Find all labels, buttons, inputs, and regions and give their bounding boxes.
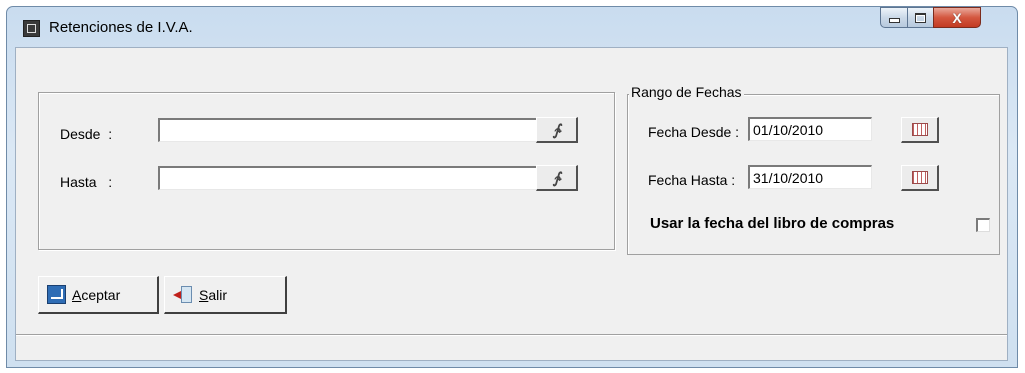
window: Retenciones de I.V.A. X Desde : ∱ Hasta … — [6, 6, 1018, 368]
date-range-title: Rango de Fechas — [629, 84, 744, 100]
maximize-button[interactable] — [907, 7, 934, 28]
desde-input[interactable] — [158, 118, 538, 142]
fecha-hasta-label: Fecha Hasta : — [648, 172, 736, 188]
hasta-input[interactable] — [158, 166, 538, 190]
maximize-icon — [915, 12, 926, 23]
aceptar-label: Aceptar — [72, 286, 121, 303]
minimize-icon — [888, 18, 900, 23]
fecha-desde-label: Fecha Desde : — [648, 124, 740, 140]
fecha-hasta-input[interactable]: 31/10/2010 — [748, 165, 872, 189]
salir-button[interactable]: Salir — [164, 276, 287, 314]
desde-lookup-button[interactable]: ∱ — [536, 117, 578, 143]
desde-label: Desde : — [60, 126, 113, 142]
fecha-desde-input[interactable]: 01/10/2010 — [748, 117, 872, 141]
usar-fecha-label: Usar la fecha del libro de compras — [650, 215, 895, 232]
usar-fecha-checkbox[interactable] — [976, 218, 990, 232]
close-button[interactable]: X — [933, 7, 981, 28]
status-bar — [16, 334, 1007, 361]
close-icon: X — [952, 9, 962, 26]
calendar-icon — [911, 123, 928, 136]
window-title: Retenciones de I.V.A. — [49, 19, 193, 36]
minimize-button[interactable] — [880, 7, 908, 28]
fecha-desde-calendar-button[interactable] — [901, 117, 939, 143]
fecha-hasta-calendar-button[interactable] — [901, 165, 939, 191]
title-bar[interactable]: Retenciones de I.V.A. X — [7, 7, 1017, 47]
salir-label: Salir — [199, 286, 228, 303]
enter-icon — [47, 285, 66, 304]
exit-door-icon — [173, 286, 193, 303]
hasta-label: Hasta : — [60, 174, 113, 190]
aceptar-button[interactable]: Aceptar — [38, 276, 159, 314]
hasta-lookup-button[interactable]: ∱ — [536, 165, 578, 191]
lookup-icon: ∱ — [552, 121, 561, 139]
dialog-body: Desde : ∱ Hasta : ∱ Rango de Fechas Fech… — [15, 47, 1008, 361]
app-icon — [23, 20, 40, 37]
calendar-icon — [911, 171, 928, 184]
lookup-icon: ∱ — [552, 169, 561, 187]
